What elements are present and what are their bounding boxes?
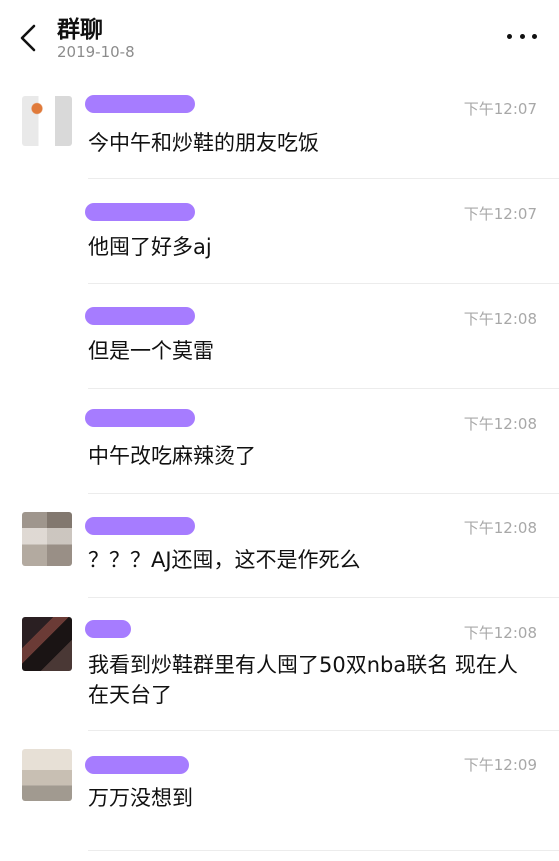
more-options-button[interactable] [507, 26, 537, 46]
chat-header: 群聊 2019-10-8 [0, 0, 559, 76]
message-time: 下午12:08 [463, 415, 537, 433]
divider [88, 730, 559, 731]
chat-date: 2019-10-8 [57, 43, 135, 61]
message-time: 下午12:07 [463, 205, 537, 223]
divider [88, 388, 559, 389]
message-item: 下午12:07 今中午和炒鞋的朋友吃饭 [0, 90, 559, 180]
chevron-left-icon [20, 24, 36, 52]
sender-name-redacted [85, 203, 195, 221]
message-text[interactable]: 他囤了好多aj [88, 232, 519, 262]
message-time: 下午12:08 [463, 624, 537, 642]
sender-name-redacted [85, 307, 195, 325]
sender-name-redacted [85, 756, 189, 774]
message-text[interactable]: ？？？AJ还囤，这不是作死么 [88, 545, 519, 575]
divider [88, 178, 559, 179]
sender-name-redacted [85, 95, 195, 113]
back-button[interactable] [14, 20, 42, 56]
message-item: 下午12:08 但是一个莫雷 [0, 300, 559, 390]
message-item: 下午12:08 ？？？AJ还囤，这不是作死么 [0, 508, 559, 600]
message-item: 下午12:09 万万没想到 [0, 745, 559, 855]
sender-name-redacted [85, 409, 195, 427]
divider [88, 283, 559, 284]
avatar[interactable] [22, 749, 72, 801]
message-time: 下午12:09 [463, 756, 537, 774]
chat-title: 群聊 [57, 17, 103, 43]
message-time: 下午12:08 [463, 310, 537, 328]
message-text[interactable]: 万万没想到 [88, 783, 519, 813]
divider [88, 597, 559, 598]
sender-name-redacted [85, 620, 131, 638]
avatar[interactable] [22, 512, 72, 566]
avatar[interactable] [22, 96, 72, 146]
message-text[interactable]: 但是一个莫雷 [88, 336, 519, 366]
message-time: 下午12:07 [463, 100, 537, 118]
message-time: 下午12:08 [463, 519, 537, 537]
message-text[interactable]: 中午改吃麻辣烫了 [88, 441, 519, 471]
message-text[interactable]: 我看到炒鞋群里有人囤了50双nba联名 现在人在天台了 [88, 650, 519, 710]
divider [88, 493, 559, 494]
avatar[interactable] [22, 617, 72, 671]
message-item: 下午12:08 我看到炒鞋群里有人囤了50双nba联名 现在人在天台了 [0, 612, 559, 737]
message-text[interactable]: 今中午和炒鞋的朋友吃饭 [88, 128, 519, 158]
divider [88, 850, 559, 851]
more-dots-icon [507, 33, 512, 39]
message-item: 下午12:08 中午改吃麻辣烫了 [0, 405, 559, 495]
message-item: 下午12:07 他囤了好多aj [0, 195, 559, 285]
sender-name-redacted [85, 517, 195, 535]
